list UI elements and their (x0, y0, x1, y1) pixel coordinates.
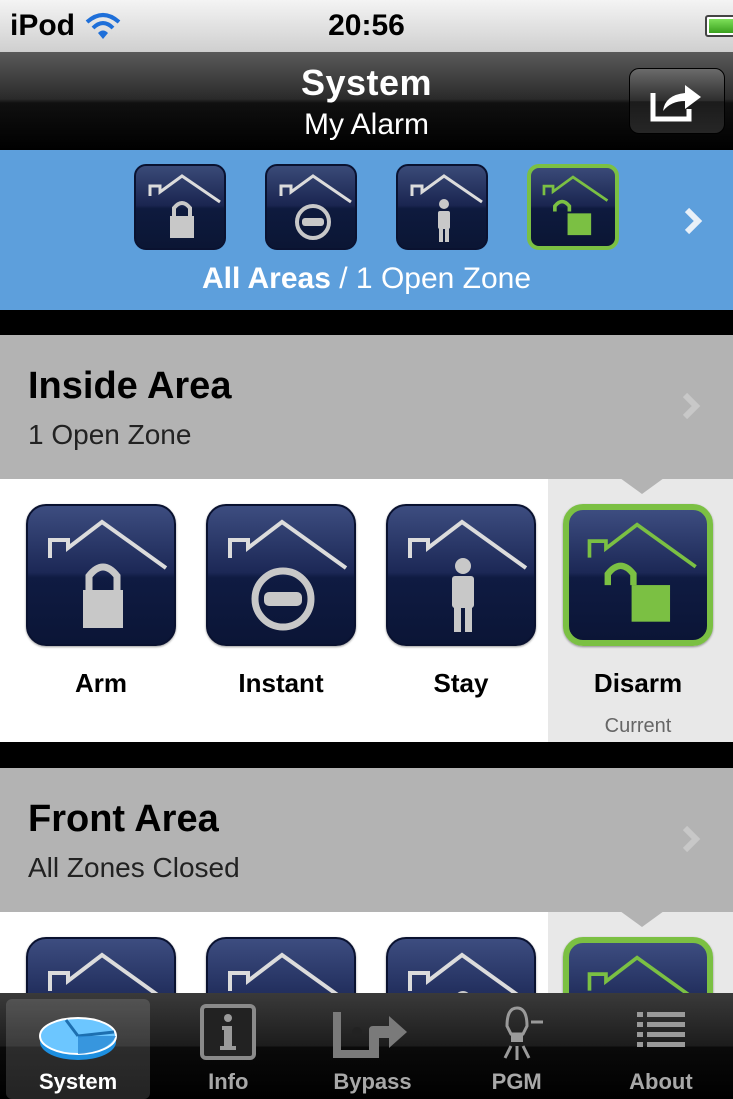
tab-bar: System Info Bypass PGM About (0, 993, 733, 1099)
area-title: Inside Area (28, 365, 232, 407)
area-header-inside[interactable]: Inside Area 1 Open Zone (0, 335, 733, 479)
carrier-label: iPod (10, 9, 75, 42)
stay-button[interactable] (386, 937, 536, 993)
share-icon (650, 85, 701, 122)
summary-status: All Areas / 1 Open Zone (0, 262, 733, 296)
page-subtitle: My Alarm (303, 108, 429, 141)
selection-caret (620, 478, 664, 494)
share-button[interactable] (629, 68, 725, 134)
arm-icon (26, 504, 176, 646)
navigation-bar: System My Alarm (0, 52, 733, 150)
mode-label: Stay (433, 668, 489, 698)
area-header-front[interactable]: Front Area All Zones Closed (0, 768, 733, 912)
page-title: System (300, 62, 433, 103)
summary-mode-icons (134, 164, 619, 250)
wifi-icon (85, 12, 121, 40)
disarm-button[interactable] (563, 937, 713, 993)
stay-icon (386, 937, 536, 993)
info-icon (200, 1004, 257, 1060)
selection-caret (620, 912, 664, 927)
system-disc-icon (39, 1017, 118, 1060)
chevron-right-icon (682, 825, 701, 853)
chevron-right-icon (684, 207, 703, 235)
area-status: 1 Open Zone (28, 419, 192, 450)
tab-about[interactable]: About (589, 993, 733, 1099)
bypass-icon (332, 1012, 407, 1058)
tab-label: System (38, 1069, 118, 1094)
summary-zone-status: 1 Open Zone (355, 262, 532, 295)
arm-button[interactable] (26, 937, 176, 993)
stay-icon (396, 164, 488, 250)
disarm-icon (563, 937, 713, 993)
disarm-button[interactable]: Disarm Current (563, 504, 713, 738)
summary-separator: / (330, 262, 356, 295)
instant-icon (265, 164, 357, 250)
mode-row-front (0, 912, 733, 993)
instant-button[interactable] (206, 937, 356, 993)
summary-areas-label: All Areas (201, 262, 331, 295)
all-areas-summary[interactable]: All Areas / 1 Open Zone (0, 150, 733, 310)
disarm-icon (527, 164, 619, 250)
area-title: Front Area (28, 798, 219, 840)
tab-system[interactable]: System (6, 999, 151, 1099)
tab-info[interactable]: Info (156, 993, 300, 1099)
stay-button[interactable]: Stay (386, 504, 536, 699)
tab-label: PGM (491, 1069, 542, 1094)
mode-label: Instant (238, 668, 324, 698)
carrier: iPod (10, 9, 121, 43)
tab-label: Info (208, 1069, 249, 1094)
mode-row-inside: Arm Instant Stay Disarm Current (0, 478, 733, 742)
status-bar: iPod 20:56 (0, 0, 733, 52)
tab-pgm[interactable]: PGM (445, 993, 589, 1099)
arm-icon (26, 937, 176, 993)
instant-icon (206, 504, 356, 646)
current-mode-indicator: Current (604, 715, 672, 737)
disarm-icon (563, 504, 713, 646)
stay-icon (386, 504, 536, 646)
arm-icon (134, 164, 226, 250)
tab-label: Bypass (333, 1069, 412, 1094)
arm-button[interactable]: Arm (26, 504, 176, 699)
tab-bypass[interactable]: Bypass (300, 993, 444, 1099)
mode-label: Disarm (593, 668, 683, 698)
mode-label: Arm (74, 668, 127, 698)
list-icon (636, 1012, 685, 1047)
tab-label: About (629, 1069, 693, 1094)
chevron-right-icon (682, 392, 701, 420)
area-status: All Zones Closed (28, 852, 240, 883)
instant-button[interactable]: Instant (206, 504, 356, 699)
instant-icon (206, 937, 356, 993)
battery-icon (705, 15, 733, 37)
lightbulb-icon (503, 1006, 543, 1060)
